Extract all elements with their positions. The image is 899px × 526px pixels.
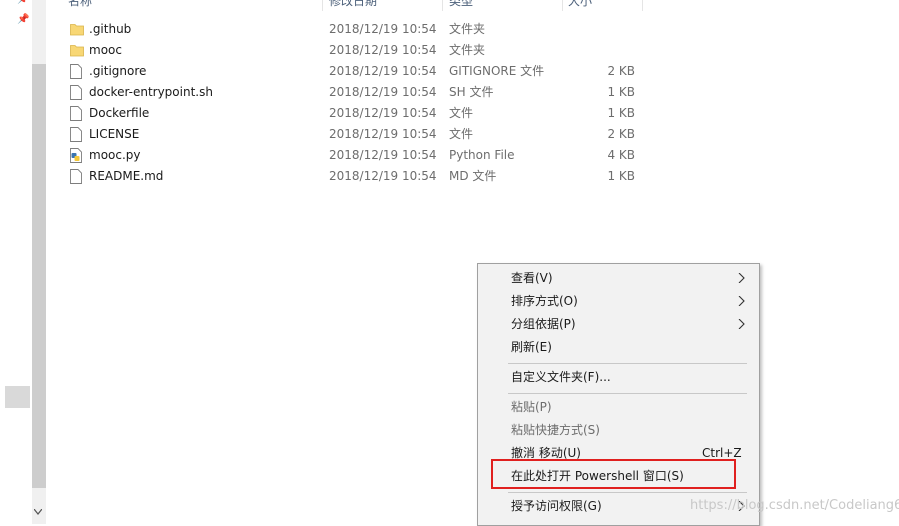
navigation-selected-item[interactable]	[5, 386, 30, 408]
menu-item-label: 刷新(E)	[511, 340, 552, 354]
watermark-text: https://blog.csdn.net/Codeliang666	[690, 498, 899, 513]
file-size: 2 KB	[607, 127, 635, 141]
file-name: LICENSE	[89, 127, 140, 141]
file-size: 2 KB	[607, 64, 635, 78]
file-size: 1 KB	[607, 169, 635, 183]
file-date: 2018/12/19 10:54	[329, 22, 437, 36]
file-row[interactable]: README.md 2018/12/19 10:54 MD 文件 1 KB	[52, 166, 652, 187]
file-date: 2018/12/19 10:54	[329, 85, 437, 99]
file-icon	[70, 169, 82, 184]
file-type: SH 文件	[449, 85, 494, 99]
file-row[interactable]: Dockerfile 2018/12/19 10:54 文件 1 KB	[52, 103, 652, 124]
menu-item-view[interactable]: 查看(V)	[478, 267, 759, 290]
file-type: GITIGNORE 文件	[449, 64, 545, 78]
file-size: 1 KB	[607, 106, 635, 120]
column-divider[interactable]	[642, 0, 643, 11]
file-icon	[70, 127, 82, 142]
menu-separator	[508, 363, 747, 364]
file-row[interactable]: LICENSE 2018/12/19 10:54 文件 2 KB	[52, 124, 652, 145]
menu-item-label: 授予访问权限(G)	[511, 499, 602, 513]
pin-icon[interactable]: 📌	[17, 0, 29, 5]
menu-item-refresh[interactable]: 刷新(E)	[478, 336, 759, 359]
menu-item-label: 自定义文件夹(F)...	[511, 370, 611, 384]
file-icon	[70, 106, 82, 121]
column-modified-header[interactable]: 修改日期	[329, 0, 377, 11]
file-type: 文件夹	[449, 43, 486, 57]
column-divider[interactable]	[442, 0, 443, 11]
menu-item-paste[interactable]: 粘贴(P)	[478, 396, 759, 419]
scroll-down-icon[interactable]	[33, 508, 43, 518]
navigation-scrollbar-thumb[interactable]	[32, 64, 46, 488]
file-icon	[70, 85, 82, 100]
file-name: docker-entrypoint.sh	[89, 85, 213, 99]
file-type: 文件	[449, 106, 474, 120]
file-date: 2018/12/19 10:54	[329, 106, 437, 120]
file-row[interactable]: docker-entrypoint.sh 2018/12/19 10:54 SH…	[52, 82, 652, 103]
menu-item-label: 分组依据(P)	[511, 317, 576, 331]
menu-item-label: 粘贴快捷方式(S)	[511, 423, 600, 437]
chevron-right-icon	[738, 296, 745, 306]
file-row[interactable]: .gitignore 2018/12/19 10:54 GITIGNORE 文件…	[52, 61, 652, 82]
chevron-right-icon	[738, 319, 745, 329]
menu-item-label: 排序方式(O)	[511, 294, 578, 308]
file-size: 4 KB	[607, 148, 635, 162]
file-date: 2018/12/19 10:54	[329, 43, 437, 57]
file-type: MD 文件	[449, 169, 497, 183]
menu-item-customize-folder[interactable]: 自定义文件夹(F)...	[478, 366, 759, 389]
file-name: README.md	[89, 169, 164, 183]
menu-item-sort[interactable]: 排序方式(O)	[478, 290, 759, 313]
file-row[interactable]: .github 2018/12/19 10:54 文件夹	[52, 19, 652, 40]
file-type: 文件夹	[449, 22, 486, 36]
column-divider[interactable]	[562, 0, 563, 11]
file-date: 2018/12/19 10:54	[329, 127, 437, 141]
file-type: Python File	[449, 148, 515, 162]
menu-item-label: 查看(V)	[511, 271, 553, 285]
file-date: 2018/12/19 10:54	[329, 148, 437, 162]
folder-icon	[70, 45, 84, 57]
file-size: 1 KB	[607, 85, 635, 99]
column-name-header[interactable]: 名称	[68, 0, 92, 11]
annotation-highlight-box	[491, 459, 736, 489]
file-name: .gitignore	[89, 64, 147, 78]
menu-item-group[interactable]: 分组依据(P)	[478, 313, 759, 336]
file-name: mooc	[89, 43, 122, 57]
menu-item-paste-shortcut[interactable]: 粘贴快捷方式(S)	[478, 419, 759, 442]
file-name: .github	[89, 22, 132, 36]
pin-icon[interactable]: 📌	[17, 14, 29, 25]
column-divider[interactable]	[322, 0, 323, 11]
file-icon	[70, 64, 82, 79]
file-row[interactable]: mooc.py 2018/12/19 10:54 Python File 4 K…	[52, 145, 652, 166]
menu-separator	[508, 393, 747, 394]
file-name: mooc.py	[89, 148, 141, 162]
menu-item-label: 粘贴(P)	[511, 400, 552, 414]
python-file-icon	[70, 148, 82, 163]
column-type-header[interactable]: 类型	[449, 0, 473, 11]
chevron-right-icon	[738, 273, 745, 283]
file-type: 文件	[449, 127, 474, 141]
column-header: 名称 修改日期 类型 大小	[52, 0, 899, 11]
file-date: 2018/12/19 10:54	[329, 64, 437, 78]
menu-separator	[508, 492, 747, 493]
file-date: 2018/12/19 10:54	[329, 169, 437, 183]
file-row[interactable]: mooc 2018/12/19 10:54 文件夹	[52, 40, 652, 61]
column-size-header[interactable]: 大小	[568, 0, 592, 11]
folder-icon	[70, 24, 84, 36]
file-name: Dockerfile	[89, 106, 150, 120]
